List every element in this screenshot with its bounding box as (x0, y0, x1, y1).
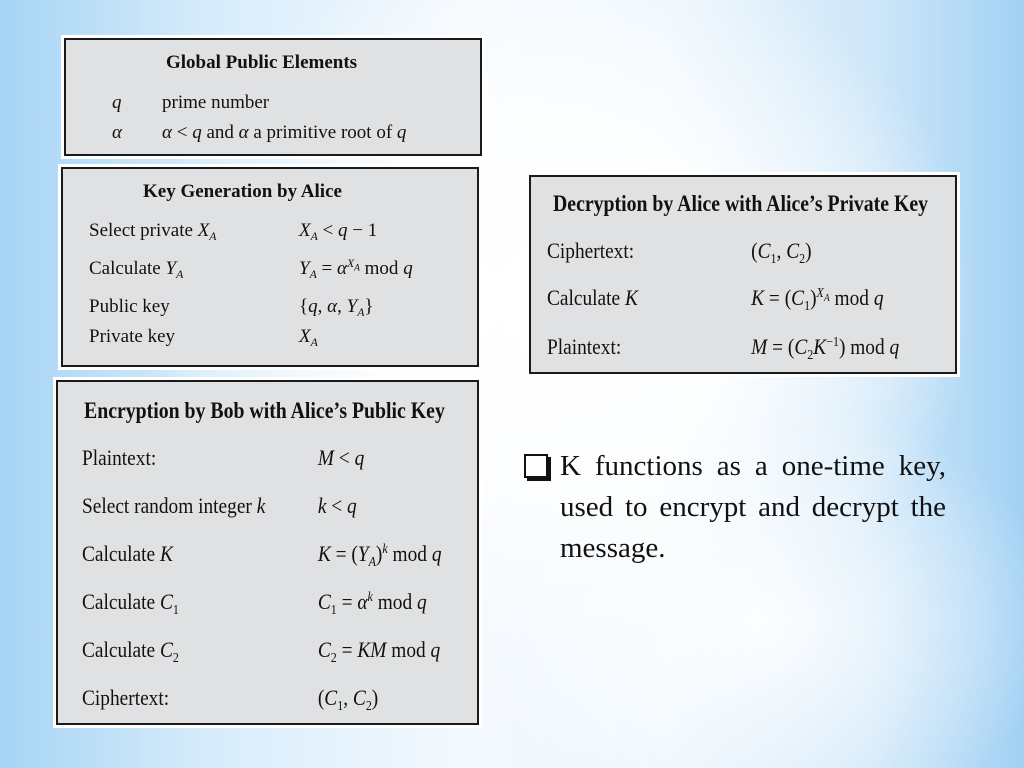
bullet-point: K functions as a one-time key, used to e… (524, 446, 946, 569)
row-value: (C1, C2) (751, 238, 812, 266)
symbol-q: q (112, 92, 122, 113)
box-title: Global Public Elements (166, 52, 358, 73)
row-label: Plaintext: (82, 445, 157, 470)
row-value: k < q (317, 493, 357, 518)
row-value: {q, α, YA} (299, 296, 374, 320)
row-value: M < q (317, 445, 365, 470)
row-value: (C1, C2) (317, 685, 379, 713)
row-label: Calculate C2 (82, 637, 179, 665)
row-label: Plaintext: (547, 334, 622, 359)
global-public-elements-box: Global Public Elements q prime number α … (64, 38, 482, 156)
box-title: Key Generation by Alice (143, 181, 342, 202)
encryption-box: Encryption by Bob with Alice’s Public Ke… (56, 380, 479, 725)
row-value: C2 = KM mod q (317, 637, 441, 665)
row-label: Calculate K (547, 285, 638, 310)
row-label: Select private XA (89, 220, 217, 244)
box-title: Decryption by Alice with Alice’s Private… (553, 191, 929, 216)
row-label: Calculate K (82, 541, 173, 566)
row-value: K = (YA)k mod q (317, 540, 442, 569)
row-label: Calculate YA (89, 258, 184, 282)
row-label: Select random integer k (82, 493, 266, 518)
hollow-square-bullet-icon (524, 454, 548, 478)
row-desc: α < q and α a primitive root of q (162, 122, 407, 143)
row-label: Ciphertext: (547, 238, 635, 263)
row-value: XA < q − 1 (299, 220, 378, 244)
decryption-box: Decryption by Alice with Alice’s Private… (529, 175, 957, 374)
row-label: Private key (89, 326, 176, 347)
row-label: Public key (89, 296, 170, 317)
symbol-alpha: α (112, 122, 122, 143)
row-value: K = (C1)XA mod q (751, 284, 884, 313)
row-value: YA = αXA mod q (299, 256, 413, 282)
row-desc: prime number (162, 92, 270, 113)
row-value: XA (299, 326, 318, 350)
box-title: Encryption by Bob with Alice’s Public Ke… (84, 398, 445, 423)
bullet-text: K functions as a one-time key, used to e… (560, 450, 946, 564)
key-generation-box: Key Generation by Alice Select private X… (61, 167, 479, 367)
row-value: C1 = αk mod q (317, 588, 427, 617)
row-label: Calculate C1 (82, 589, 179, 617)
row-label: Ciphertext: (82, 685, 170, 710)
row-value: M = (C2K−1) mod q (751, 333, 900, 362)
